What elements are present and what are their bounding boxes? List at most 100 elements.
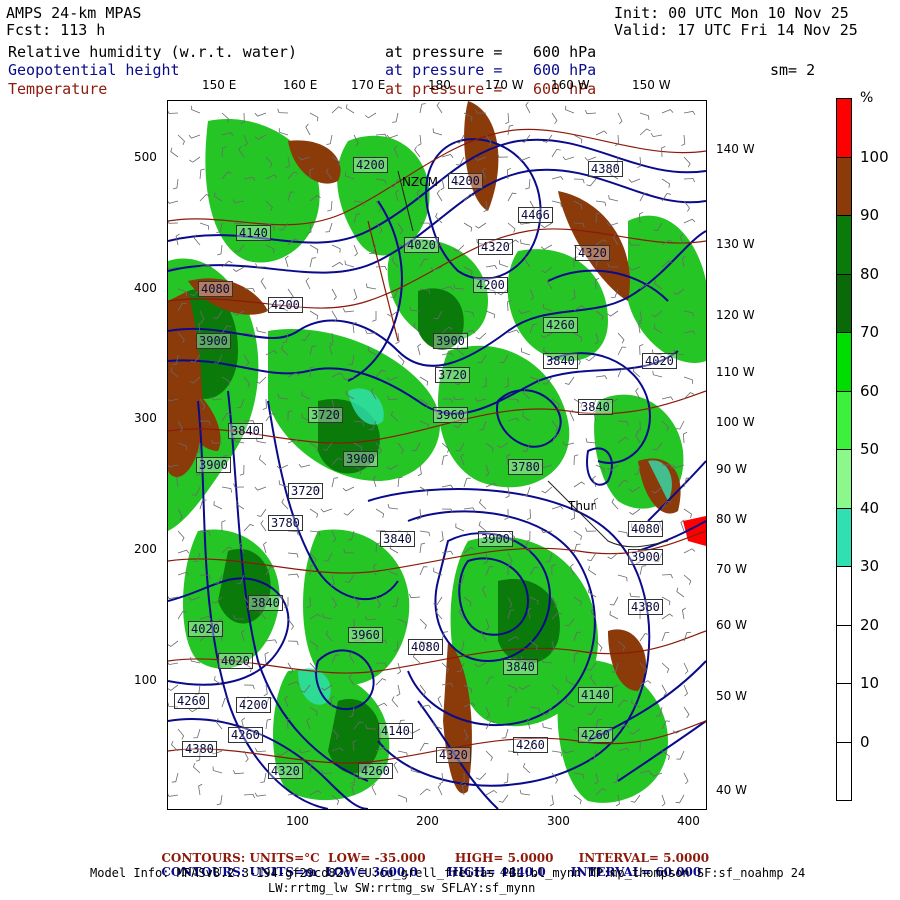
wind-barb: [419, 618, 427, 630]
wind-barb: [199, 168, 205, 180]
wind-barb: [525, 178, 531, 190]
wind-barb: [683, 508, 692, 518]
wind-barb: [436, 101, 443, 114]
right-lon-label: 140 W: [716, 142, 755, 156]
wind-barb: [682, 431, 688, 444]
wind-barb: [683, 684, 688, 697]
wind-barb: [453, 244, 465, 252]
wind-barb: [540, 244, 553, 250]
wind-barb: [264, 651, 269, 664]
height-label: 3900: [628, 549, 663, 565]
wind-barb: [387, 503, 399, 510]
colorbar-swatch: [836, 215, 852, 275]
wind-barb: [525, 530, 531, 542]
colorbar-swatch: [836, 624, 852, 684]
wind-barb: [396, 684, 401, 697]
height-label: 4466: [518, 207, 553, 223]
wind-barb: [171, 772, 179, 783]
forecast-hour: Fcst: 113 h: [6, 21, 106, 39]
wind-barb: [504, 508, 509, 520]
wind-barb: [661, 596, 671, 606]
wind-barb: [573, 481, 586, 488]
height-label: 4140: [236, 225, 271, 241]
wind-barb: [371, 783, 377, 796]
height-label: 3840: [543, 353, 578, 369]
wind-barb: [171, 740, 179, 752]
wind-barb: [343, 508, 355, 516]
wind-barb: [276, 464, 289, 470]
wind-barb: [683, 156, 691, 168]
right-lon-label: 40 W: [716, 783, 747, 797]
wind-barb: [417, 134, 422, 147]
colorbar-level-label: 60: [860, 381, 880, 400]
wind-barb: [595, 130, 608, 136]
wind-barb: [522, 762, 531, 774]
height-label: 4380: [182, 741, 217, 757]
wind-barb: [551, 505, 564, 510]
wind-barb: [478, 521, 487, 532]
wind-barb: [243, 793, 256, 799]
right-lon-label: 70 W: [716, 562, 747, 576]
colorbar-level-label: 70: [860, 323, 880, 341]
wind-barb: [675, 794, 685, 804]
wind-barb: [609, 610, 619, 620]
wind-barb: [432, 128, 443, 136]
wind-barb: [256, 508, 267, 517]
wind-barb: [540, 222, 553, 229]
wind-barb: [331, 106, 343, 114]
wind-barb: [661, 574, 673, 579]
wind-barb: [372, 311, 377, 322]
wind-barb: [168, 640, 179, 647]
wind-barb: [309, 244, 319, 254]
wind-barb: [617, 332, 625, 344]
wind-barb: [595, 375, 608, 380]
wind-barb: [562, 156, 575, 161]
wind-barb: [586, 178, 597, 187]
height-label: 3780: [268, 515, 303, 531]
wind-barb: [331, 477, 339, 488]
wind-barb: [255, 263, 267, 268]
wind-barb: [326, 134, 333, 145]
wind-barb: [525, 101, 531, 114]
wind-barb: [327, 200, 333, 212]
wind-barb: [475, 772, 487, 780]
wind-barb: [463, 222, 473, 232]
wind-barb: [353, 244, 358, 257]
wind-barb: [391, 696, 399, 708]
field-height-name: Geopotential height: [8, 61, 180, 79]
wind-barb: [221, 486, 232, 493]
wind-barb: [519, 789, 531, 796]
wind-barb: [661, 662, 670, 673]
wind-barb: [172, 178, 179, 190]
height-label: 4260: [543, 317, 578, 333]
top-lon-label: 170 E: [351, 78, 386, 92]
wind-barb: [397, 794, 407, 803]
wind-barb: [549, 794, 554, 807]
wind-barb: [216, 794, 223, 806]
wind-barb: [419, 566, 428, 576]
height-label: 3720: [308, 407, 343, 423]
left-axis-label: 300: [134, 411, 157, 425]
height-label: 3720: [288, 483, 323, 499]
colorbar-swatch: [836, 156, 852, 216]
wind-barb: [177, 134, 185, 146]
colorbar-level-label: 50: [860, 440, 880, 458]
wind-barb: [212, 766, 223, 774]
wind-barb: [521, 347, 531, 356]
wind-barb: [364, 112, 377, 119]
wind-barb: [287, 530, 299, 536]
field-height-pressure-text: at pressure =: [385, 61, 503, 79]
wind-barb: [170, 147, 179, 158]
wind-barb: [331, 288, 337, 301]
wind-barb: [263, 541, 267, 554]
wind-barb: [607, 310, 619, 317]
wind-barb: [507, 222, 516, 233]
wind-barb: [243, 523, 254, 532]
wind-barb: [650, 132, 663, 138]
top-lon-label: 160 E: [283, 78, 318, 92]
height-label: 3900: [196, 457, 231, 473]
colorbar-swatch: [836, 98, 852, 158]
wind-barb: [551, 750, 563, 757]
wind-barb: [287, 573, 300, 578]
wind-barb: [507, 192, 517, 202]
